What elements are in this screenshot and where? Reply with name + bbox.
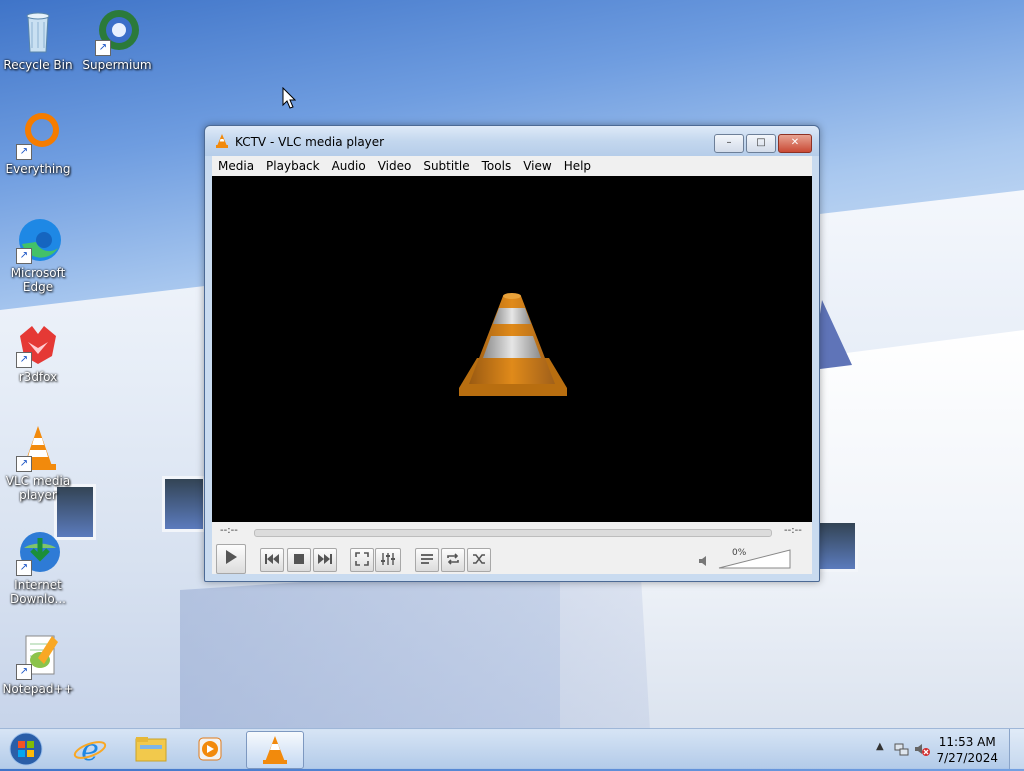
vlc-cone-logo [455, 284, 570, 414]
skip-back-icon [265, 554, 279, 564]
svg-text:e: e [81, 733, 99, 767]
taskbar-file-explorer[interactable] [122, 731, 178, 767]
media-player-icon [198, 737, 222, 761]
desktop-icon-label: r3dfox [18, 370, 58, 384]
desktop-icon-everything[interactable]: ↗ Everything [0, 112, 76, 176]
mute-button[interactable] [698, 555, 710, 570]
desktop-icon-r3dfox[interactable]: ↗ r3dfox [0, 320, 76, 384]
menu-help[interactable]: Help [558, 156, 597, 176]
windows-orb-icon [9, 732, 43, 766]
playlist-button[interactable] [415, 548, 439, 572]
player-controls: --:-- --:-- 0% [212, 522, 812, 574]
desktop-icon-notepadpp[interactable]: ↗ Notepad++ [0, 632, 76, 696]
equalizer-icon [381, 553, 395, 565]
desktop-icon-label: Notepad++ [2, 682, 74, 696]
supermium-icon: ↗ [93, 8, 141, 56]
edge-icon: ↗ [14, 216, 62, 264]
start-button[interactable] [6, 731, 46, 767]
fullscreen-icon [355, 552, 369, 566]
remaining-time: --:-- [784, 525, 802, 536]
shortcut-arrow-icon: ↗ [16, 560, 32, 576]
menu-subtitle[interactable]: Subtitle [417, 156, 475, 176]
seek-bar[interactable] [254, 529, 772, 537]
shortcut-arrow-icon: ↗ [16, 352, 32, 368]
taskbar-internet-explorer[interactable]: e [62, 731, 118, 768]
vlc-window[interactable]: KCTV - VLC media player – □ ✕ Media Playb… [204, 125, 820, 582]
taskbar-vlc[interactable] [246, 731, 304, 769]
menu-media[interactable]: Media [212, 156, 260, 176]
play-button[interactable] [216, 544, 246, 574]
shuffle-button[interactable] [467, 548, 491, 572]
loop-button[interactable] [441, 548, 465, 572]
desktop-icon-label: Microsoft Edge [10, 266, 66, 294]
menu-tools[interactable]: Tools [476, 156, 518, 176]
menu-audio[interactable]: Audio [326, 156, 372, 176]
volume-percent: 0% [732, 548, 747, 558]
minimize-button[interactable]: – [714, 134, 744, 153]
shortcut-arrow-icon: ↗ [95, 40, 111, 56]
network-icon[interactable] [894, 741, 910, 757]
elapsed-time: --:-- [220, 525, 238, 536]
clock-time: 11:53 AM [938, 735, 996, 749]
extended-settings-button[interactable] [375, 548, 401, 572]
shortcut-arrow-icon: ↗ [16, 456, 32, 472]
desktop-icon-label: Internet Downlo... [10, 578, 66, 606]
shortcut-arrow-icon: ↗ [16, 248, 32, 264]
clock-date: 7/27/2024 [936, 751, 998, 765]
playlist-icon [421, 554, 433, 564]
next-button[interactable] [313, 548, 337, 572]
internet-explorer-icon: e [73, 733, 107, 768]
desktop-icon-recycle-bin[interactable]: Recycle Bin [0, 8, 76, 72]
desktop-icon-label: Supermium [82, 58, 152, 72]
window-title: KCTV - VLC media player [235, 135, 385, 149]
menu-video[interactable]: Video [372, 156, 418, 176]
desktop-icon-label: VLC media player [5, 474, 71, 502]
desktop-icon-vlc[interactable]: ↗ VLC media player [0, 424, 76, 502]
menu-bar: Media Playback Audio Video Subtitle Tools View… [212, 156, 812, 176]
volume-slider[interactable] [718, 548, 792, 570]
maximize-button[interactable]: □ [746, 134, 776, 153]
clock[interactable]: 11:53 AM 7/27/2024 [936, 734, 998, 766]
menu-playback[interactable]: Playback [260, 156, 326, 176]
desktop-icon-label: Everything [5, 162, 71, 176]
menu-view[interactable]: View [517, 156, 557, 176]
recycle-bin-icon [14, 8, 62, 56]
desktop-icon-supermium[interactable]: ↗ Supermium [79, 8, 155, 72]
notepadpp-icon: ↗ [14, 632, 62, 680]
show-hidden-icons-icon[interactable]: ▲ [876, 741, 884, 752]
taskbar-media-player[interactable] [182, 731, 238, 767]
show-desktop-button[interactable] [1009, 729, 1024, 769]
idm-icon: ↗ [14, 528, 62, 576]
stop-icon [294, 554, 304, 564]
volume-muted-icon[interactable] [914, 741, 930, 757]
folder-icon [135, 737, 167, 762]
close-button[interactable]: ✕ [778, 134, 812, 153]
desktop-icon-internet-download-manager[interactable]: ↗ Internet Downlo... [0, 528, 76, 606]
r3dfox-icon: ↗ [14, 320, 62, 368]
vlc-title-icon [215, 134, 229, 148]
stop-button[interactable] [287, 548, 311, 572]
desktop-icon-microsoft-edge[interactable]: ↗ Microsoft Edge [0, 216, 76, 294]
fullscreen-button[interactable] [350, 548, 374, 572]
previous-button[interactable] [260, 548, 284, 572]
video-area[interactable] [212, 176, 812, 522]
vlc-icon: ↗ [14, 424, 62, 472]
shortcut-arrow-icon: ↗ [16, 664, 32, 680]
window-titlebar[interactable]: KCTV - VLC media player – □ ✕ [205, 126, 819, 156]
shortcut-arrow-icon: ↗ [16, 144, 32, 160]
loop-icon [447, 553, 459, 565]
vlc-icon [263, 736, 287, 764]
everything-icon: ↗ [14, 112, 62, 160]
speaker-icon [699, 556, 706, 566]
taskbar: e ▲ 11:53 AM 7/27/2024 [0, 728, 1024, 769]
system-tray: ▲ 11:53 AM 7/27/2024 [864, 729, 1024, 769]
play-icon [226, 550, 237, 564]
shuffle-icon [473, 554, 485, 564]
skip-forward-icon [318, 554, 332, 564]
mouse-cursor-icon [282, 87, 296, 109]
desktop-icon-label: Recycle Bin [3, 58, 73, 72]
